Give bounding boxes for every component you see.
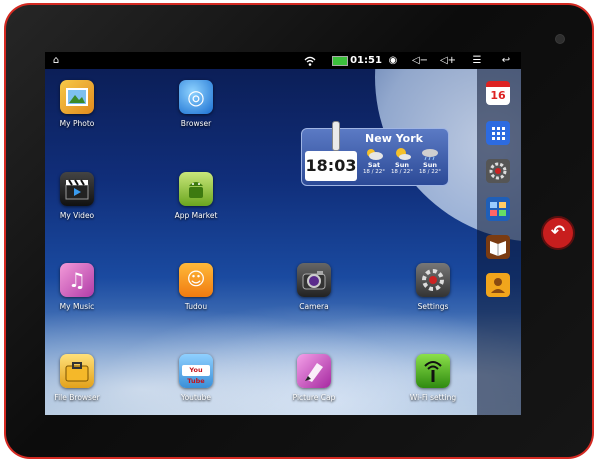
app-label: App Market: [174, 211, 218, 220]
sunny-cloud-icon: [396, 148, 411, 160]
volume-down-icon[interactable]: ◁−: [409, 52, 431, 69]
folder-icon: [60, 354, 94, 388]
wifi-icon: [303, 52, 317, 69]
app-label: Wi-Fi setting: [409, 393, 457, 402]
forecast-temp: 18 / 22°: [390, 169, 414, 175]
app-my-music[interactable]: ♫ My Music: [45, 263, 117, 311]
multitask-icon[interactable]: [486, 197, 510, 221]
app-file-browser[interactable]: File Browser: [45, 354, 117, 402]
settings-gear-icon[interactable]: [486, 159, 510, 183]
app-label: Picture Cap: [292, 393, 336, 402]
photo-icon: [60, 80, 94, 114]
app-label: Settings: [417, 302, 449, 311]
android-market-icon: [179, 172, 213, 206]
forecast-day: Sat 18 / 22°: [360, 147, 388, 175]
back-icon[interactable]: ↩: [497, 52, 515, 69]
app-picture-cap[interactable]: Picture Cap: [274, 354, 354, 402]
calendar-day: 16: [490, 89, 506, 102]
status-time: 01:51: [350, 55, 382, 66]
tudou-icon: ☺: [179, 263, 213, 297]
front-camera-icon: [555, 34, 565, 44]
widget-time: 18:03: [305, 156, 357, 175]
forecast-day: Sun 18 / 22°: [416, 147, 444, 175]
forecast-temp: 18 / 22°: [418, 169, 442, 175]
app-my-photo[interactable]: My Photo: [45, 80, 117, 128]
app-wifi-setting[interactable]: Wi-Fi setting: [393, 354, 473, 402]
forecast-day: Sun 18 / 22°: [388, 147, 416, 175]
camera-icon: [297, 263, 331, 297]
partly-cloudy-icon: [367, 149, 383, 160]
forecast-day-name: Sun: [395, 161, 409, 169]
youtube-icon: You Tube: [179, 354, 213, 388]
quick-launch-sidebar: 16: [477, 69, 521, 415]
app-youtube[interactable]: You Tube Youtube: [156, 354, 236, 402]
music-note-icon: ♫: [60, 263, 94, 297]
app-label: Youtube: [181, 393, 211, 402]
forecast-day-name: Sun: [423, 161, 437, 169]
app-label: My Photo: [59, 119, 95, 128]
app-label: My Video: [59, 211, 95, 220]
weather-clock-widget[interactable]: New York 18:03 Sat 18 / 22° Sun 18 / 22°…: [301, 121, 449, 186]
eye-icon[interactable]: ◉: [385, 52, 401, 69]
app-label: Tudou: [184, 302, 208, 311]
video-clapper-icon: [60, 172, 94, 206]
wifi-antenna-icon: [416, 354, 450, 388]
app-label: My Music: [59, 302, 95, 311]
app-my-video[interactable]: My Video: [45, 172, 117, 220]
app-label: Browser: [180, 119, 212, 128]
forecast-temp: 18 / 22°: [362, 169, 386, 175]
status-bar: ⌂ 01:51 ◉ ◁− ◁+ ☰ ↩: [45, 52, 521, 69]
battery-icon: [332, 56, 348, 66]
app-app-market[interactable]: App Market: [156, 172, 236, 220]
contacts-icon[interactable]: [486, 273, 510, 297]
menu-icon[interactable]: ☰: [469, 52, 485, 69]
app-label: File Browser: [54, 393, 100, 402]
calendar-icon[interactable]: 16: [486, 81, 510, 105]
youtube-logo-text: You Tube: [182, 365, 210, 385]
settings-gear-icon: [416, 263, 450, 297]
home-screen: ⌂ 01:51 ◉ ◁− ◁+ ☰ ↩ 16 New York 18:03 Sa…: [45, 52, 521, 415]
app-browser[interactable]: ◎ Browser: [156, 80, 236, 128]
browser-globe-icon: ◎: [179, 80, 213, 114]
widget-clock: 18:03: [305, 151, 357, 181]
app-camera[interactable]: Camera: [274, 263, 354, 311]
hardware-back-button[interactable]: ↶: [541, 216, 575, 250]
widget-pin-icon: [332, 121, 340, 151]
app-tudou[interactable]: ☺ Tudou: [156, 263, 236, 311]
forecast-day-name: Sat: [367, 161, 381, 169]
tudou-glyph: ☺: [186, 269, 206, 290]
widget-city: New York: [365, 132, 423, 145]
home-icon[interactable]: ⌂: [48, 52, 64, 69]
rain-cloud-icon: [422, 149, 438, 161]
app-drawer-icon[interactable]: [486, 121, 510, 145]
app-settings[interactable]: Settings: [393, 263, 473, 311]
volume-up-icon[interactable]: ◁+: [437, 52, 459, 69]
ebook-icon[interactable]: [486, 235, 510, 259]
app-label: Camera: [299, 302, 329, 311]
picture-capture-icon: [297, 354, 331, 388]
